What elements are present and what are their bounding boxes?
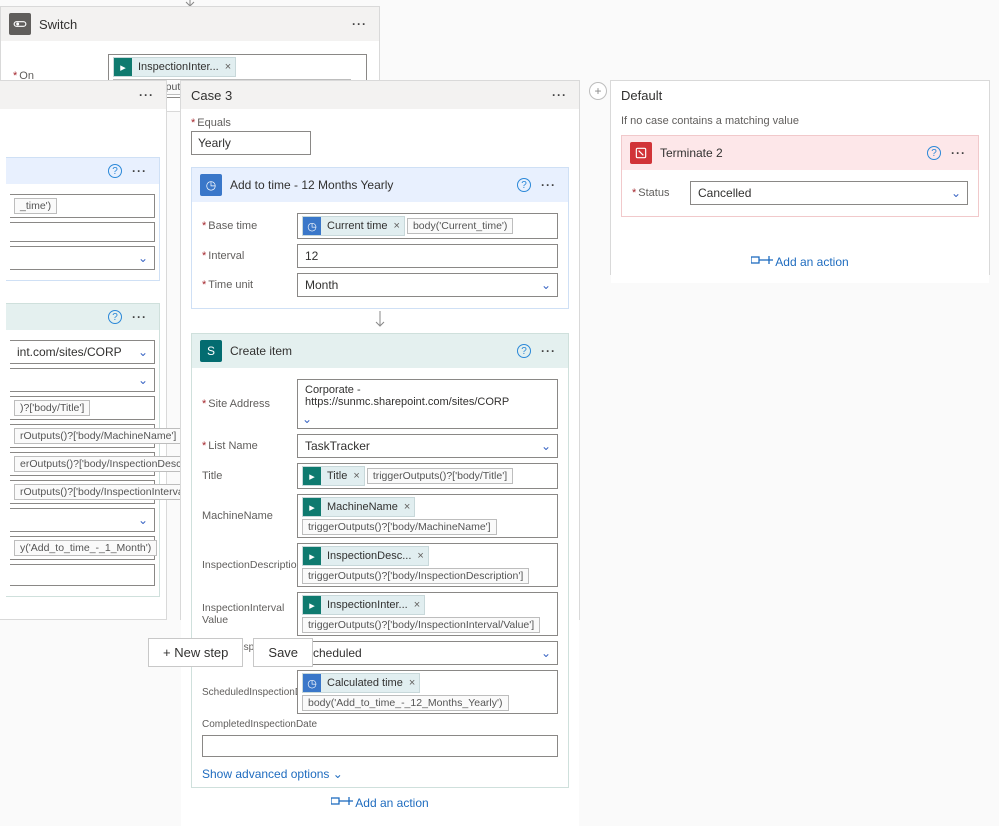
base-time-label: Base time: [202, 220, 297, 232]
pill-remove[interactable]: ×: [400, 501, 414, 513]
currentinspectionstatus-select[interactable]: Scheduled⌄: [297, 641, 558, 665]
help-icon[interactable]: ?: [517, 178, 531, 192]
left-case-partial: ··· ? ··· _time') ⌄ ? ···: [0, 80, 167, 620]
equals-label: Equals: [191, 117, 569, 129]
inspectiondescription-label: InspectionDescription: [202, 559, 297, 571]
chevron-down-icon[interactable]: ⌄: [138, 513, 148, 527]
site-address-select[interactable]: Corporate - https://sunmc.sharepoint.com…: [297, 379, 558, 429]
add-to-time-action: ◷ Add to time - 12 Months Yearly ? ··· B…: [191, 167, 569, 309]
switch-menu[interactable]: ···: [348, 17, 371, 31]
chevron-down-icon[interactable]: ⌄: [138, 251, 148, 265]
sharepoint-dynamic-icon: ▸: [303, 547, 321, 565]
action-menu[interactable]: ···: [947, 146, 970, 160]
completedinspectiondate-label: CompletedInspectionDate: [202, 719, 297, 730]
switch-title: Switch: [39, 17, 348, 32]
help-icon[interactable]: ?: [927, 146, 941, 160]
title-field-label: Title: [202, 470, 297, 482]
default-case: Default If no case contains a matching v…: [610, 80, 990, 275]
dynamic-content-pill[interactable]: ▸ InspectionInter... ×: [113, 57, 236, 77]
chevron-down-icon: ⌄: [302, 412, 312, 426]
add-to-time-title: Add to time - 12 Months Yearly: [230, 178, 517, 192]
interval-input[interactable]: 12: [297, 244, 558, 268]
machinename-input[interactable]: ▸MachineName× triggerOutputs()?['body/Ma…: [297, 494, 558, 538]
base-time-input[interactable]: ◷Current time× body('Current_time'): [297, 213, 558, 239]
pill-remove[interactable]: ×: [405, 677, 419, 689]
chevron-down-icon[interactable]: ⌄: [138, 373, 148, 387]
terminate-status-select[interactable]: Cancelled⌄: [690, 181, 968, 205]
pill-remove[interactable]: ×: [349, 470, 363, 482]
help-icon[interactable]: ?: [517, 344, 531, 358]
action-menu[interactable]: ···: [128, 310, 151, 324]
show-advanced-link[interactable]: Show advanced options ⌄: [202, 767, 343, 781]
add-action-icon: [331, 796, 349, 810]
terminate-icon: [630, 142, 652, 164]
interval-label: Interval: [202, 250, 297, 262]
add-action-link[interactable]: Add an action: [355, 796, 428, 810]
time-unit-label: Time unit: [202, 279, 297, 291]
clock-dynamic-icon: ◷: [303, 217, 321, 235]
switch-icon: [9, 13, 31, 35]
chevron-down-icon[interactable]: ⌄: [138, 345, 148, 359]
terminate-status-label: Status: [632, 187, 690, 199]
chevron-down-icon: ⌄: [541, 439, 551, 453]
clock-dynamic-icon: ◷: [303, 674, 321, 692]
save-button[interactable]: Save: [253, 638, 313, 667]
new-step-button[interactable]: + New step: [148, 638, 243, 667]
inspectioninterval-input[interactable]: ▸InspectionInter...× triggerOutputs()?['…: [297, 592, 558, 636]
action-menu[interactable]: ···: [537, 344, 560, 358]
sharepoint-icon: S: [200, 340, 222, 362]
pill-remove[interactable]: ×: [413, 550, 427, 562]
sharepoint-dynamic-icon: ▸: [303, 467, 321, 485]
title-field-input[interactable]: ▸Title× triggerOutputs()?['body/Title']: [297, 463, 558, 489]
default-title: Default: [621, 88, 981, 103]
default-subtitle: If no case contains a matching value: [621, 115, 979, 127]
case-menu[interactable]: ···: [548, 88, 571, 102]
pill-remove[interactable]: ×: [410, 599, 424, 611]
chevron-down-icon: ⌄: [541, 646, 551, 660]
sharepoint-dynamic-icon: ▸: [303, 498, 321, 516]
case-title: Case 3: [191, 88, 548, 103]
sharepoint-dynamic-icon: ▸: [303, 596, 321, 614]
add-action-link[interactable]: Add an action: [775, 255, 848, 269]
inspectiondescription-input[interactable]: ▸InspectionDesc...× triggerOutputs()?['b…: [297, 543, 558, 587]
help-icon[interactable]: ?: [108, 164, 122, 178]
terminate-title: Terminate 2: [660, 146, 927, 160]
action-menu[interactable]: ···: [128, 164, 151, 178]
scheduledinspectiondate-input[interactable]: ◷Calculated time× body('Add_to_time_-_12…: [297, 670, 558, 714]
chevron-down-icon: ⌄: [951, 186, 961, 200]
scheduledinspectiondate-label: ScheduledInspectionDate: [202, 687, 297, 698]
completedinspectiondate-input[interactable]: [202, 735, 558, 757]
terminate-action: Terminate 2 ? ··· Status Cancelled⌄: [621, 135, 979, 217]
create-item-title: Create item: [230, 344, 517, 358]
create-item-action: S Create item ? ··· Site Address Corpora…: [191, 333, 569, 788]
help-icon[interactable]: ?: [108, 310, 122, 324]
machinename-label: MachineName: [202, 510, 297, 522]
sharepoint-dynamic-icon: ▸: [114, 58, 132, 76]
chevron-down-icon: ⌄: [541, 278, 551, 292]
time-unit-select[interactable]: Month⌄: [297, 273, 558, 297]
action-menu[interactable]: ···: [537, 178, 560, 192]
site-address-label: Site Address: [202, 398, 297, 410]
add-action-icon: [751, 255, 769, 269]
pill-remove[interactable]: ×: [221, 61, 235, 73]
list-name-label: List Name: [202, 440, 297, 452]
list-name-select[interactable]: TaskTracker⌄: [297, 434, 558, 458]
left-case-menu[interactable]: ···: [135, 88, 158, 102]
chevron-down-icon: ⌄: [333, 767, 343, 781]
flow-arrow-icon: [191, 309, 569, 333]
equals-input[interactable]: Yearly: [191, 131, 311, 155]
inspectioninterval-label: InspectionInterval Value: [202, 602, 297, 626]
clock-icon: ◷: [200, 174, 222, 196]
case-3: Case 3 ··· Equals Yearly ◷ Add to time -…: [180, 80, 580, 620]
pill-remove[interactable]: ×: [390, 220, 404, 232]
add-case-button[interactable]: +: [589, 82, 607, 100]
